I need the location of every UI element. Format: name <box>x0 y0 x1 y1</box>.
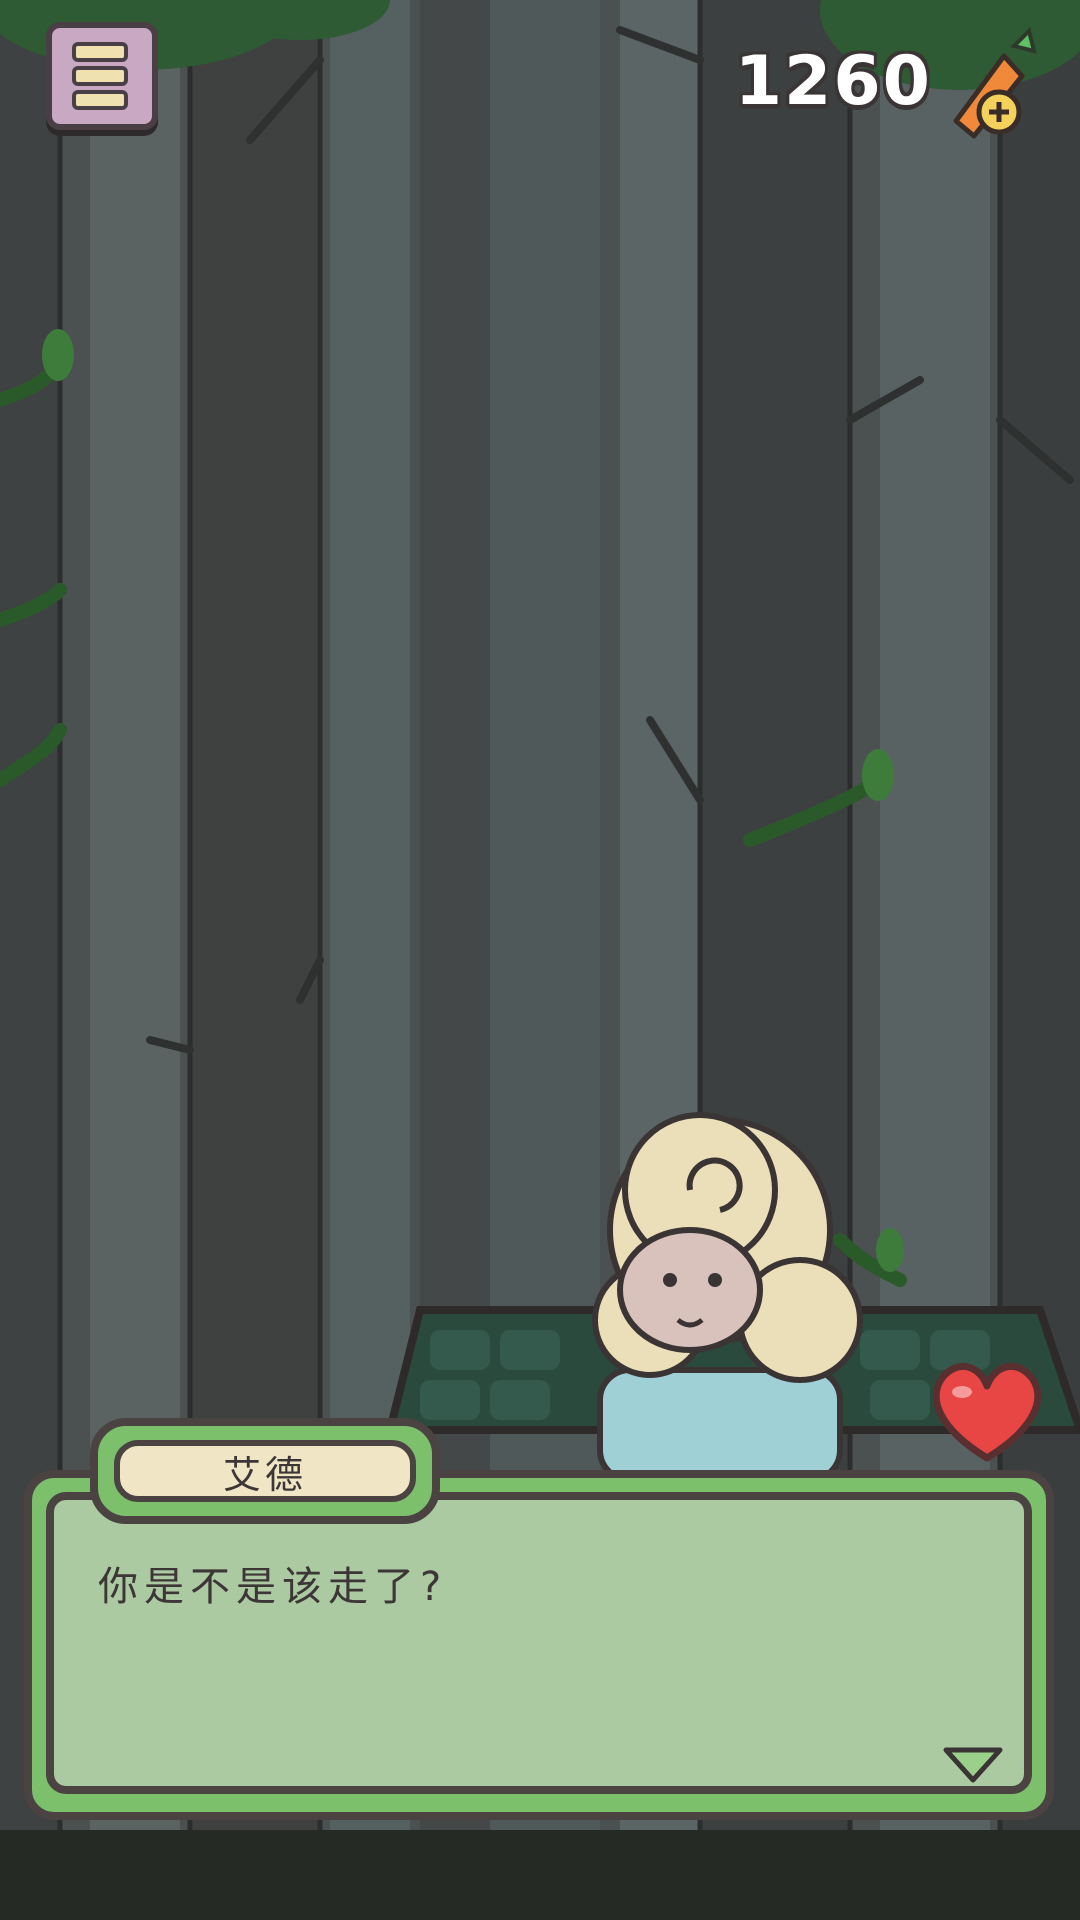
ground <box>0 1830 1080 1920</box>
carrot-add-button[interactable] <box>944 26 1044 142</box>
carrot-add-icon <box>953 27 1037 139</box>
menu-button[interactable] <box>46 22 158 130</box>
speaker-name: 艾德 <box>114 1440 416 1502</box>
speaker-name-tag: 艾德 <box>90 1418 440 1524</box>
carrot-count: 1260 <box>734 42 932 121</box>
dialog-panel: 你是不是该走了? <box>46 1492 1032 1794</box>
heart-icon <box>932 1363 1042 1462</box>
dialog-text: 你是不是该走了? <box>98 1564 448 1610</box>
next-arrow-icon <box>943 1747 1003 1783</box>
next-dialog-button[interactable] <box>940 1744 1006 1784</box>
affection-heart-button[interactable] <box>928 1358 1046 1466</box>
